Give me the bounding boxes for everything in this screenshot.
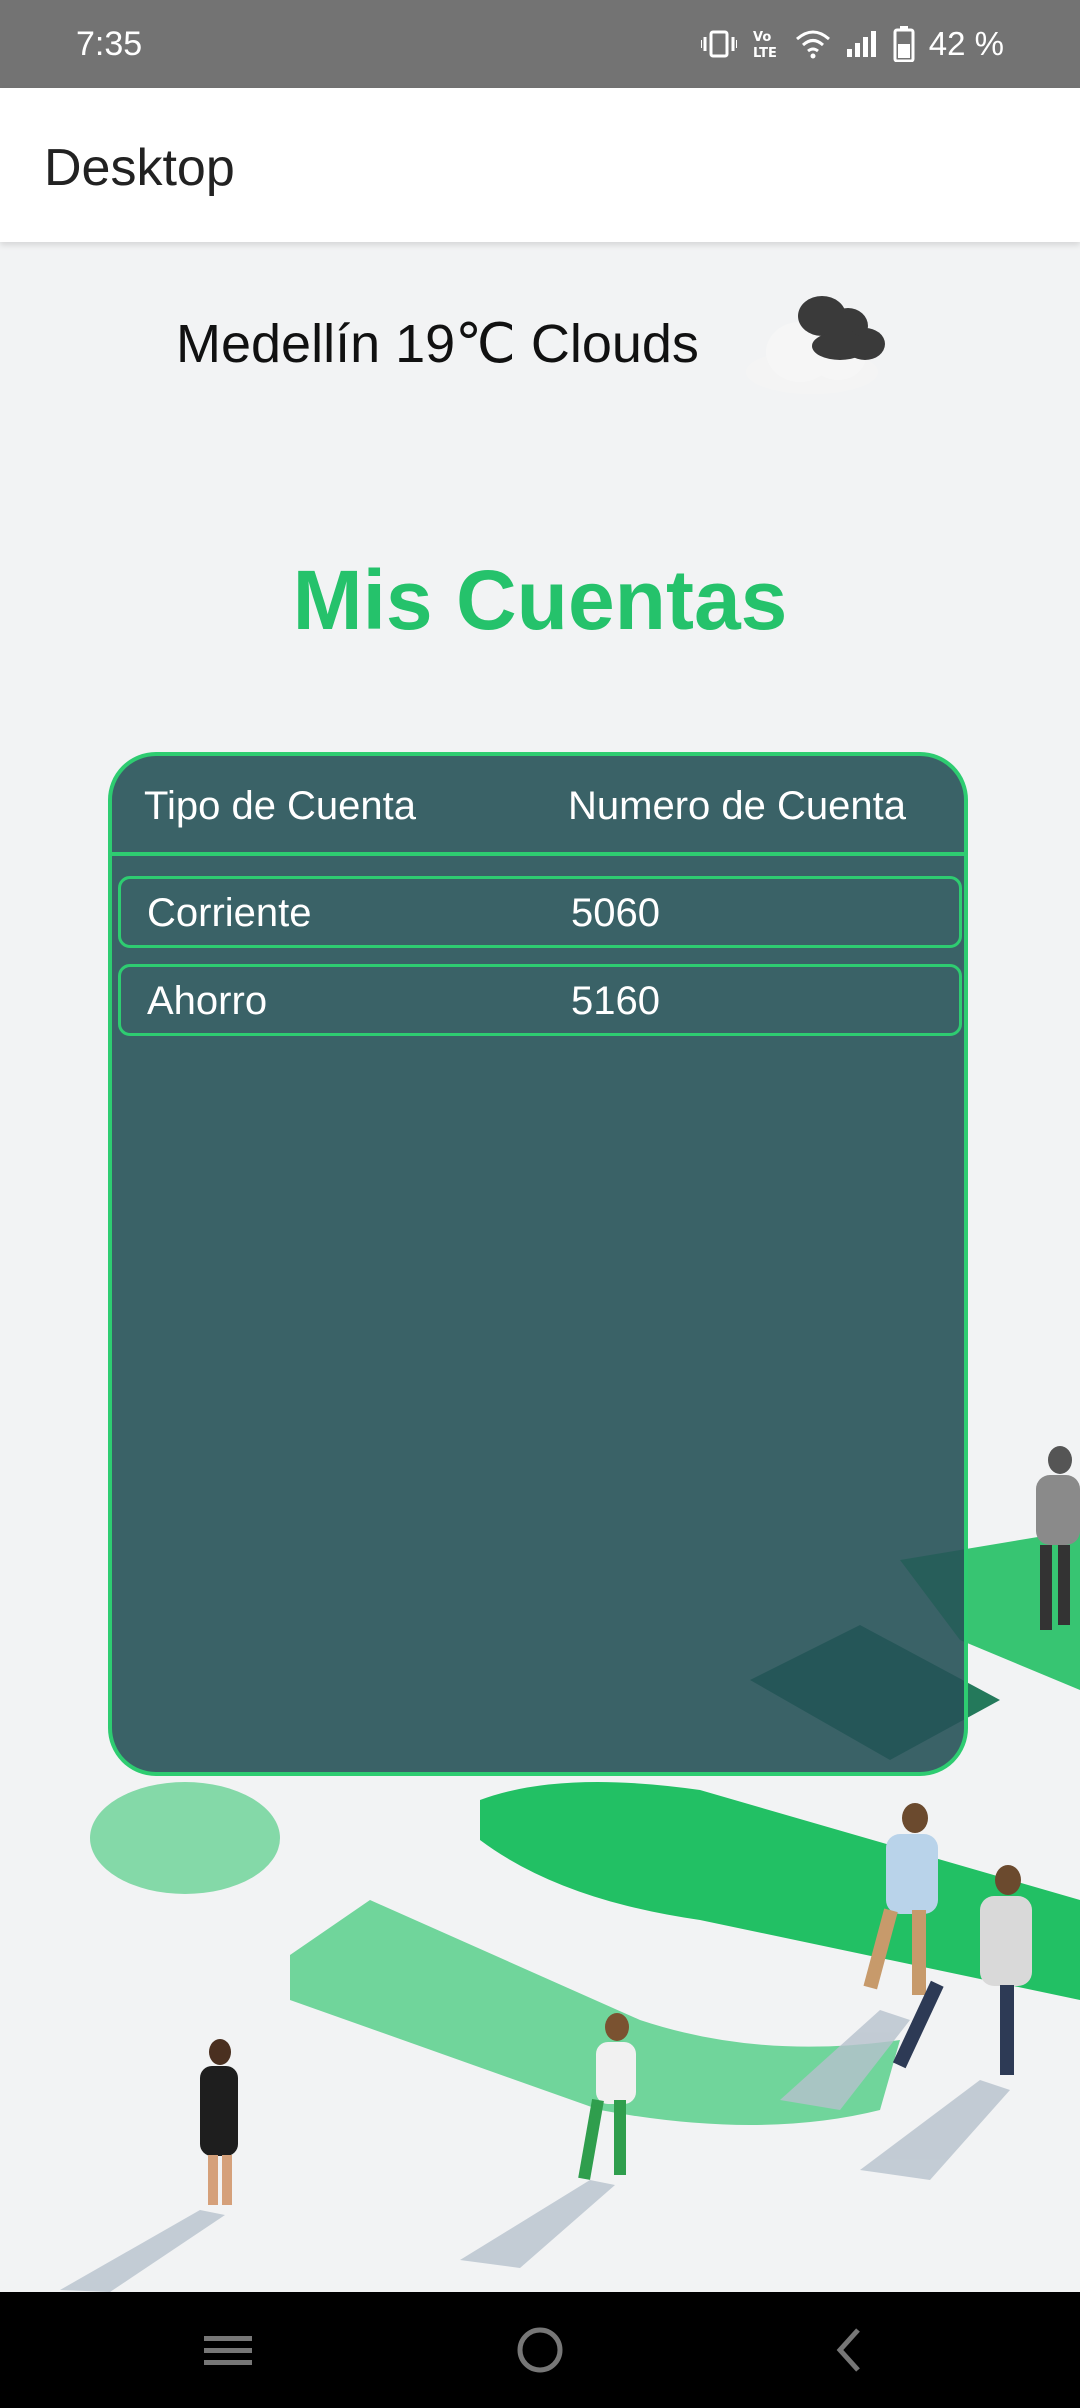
accounts-table: Tipo de Cuenta Numero de Cuenta Corrient… — [108, 752, 968, 1776]
column-header-numero: Numero de Cuenta — [568, 784, 906, 828]
back-icon[interactable] — [820, 2320, 880, 2380]
account-number: 5160 — [571, 979, 660, 1023]
volte-icon: Vo LTE — [751, 27, 781, 61]
battery-icon — [893, 26, 915, 62]
table-row[interactable]: Corriente 5060 — [118, 876, 962, 948]
app-bar: Desktop — [0, 88, 1080, 242]
page-heading: Mis Cuentas — [292, 553, 788, 647]
home-icon[interactable] — [510, 2320, 570, 2380]
menu-icon[interactable] — [198, 2320, 258, 2380]
column-header-tipo: Tipo de Cuenta — [144, 784, 417, 828]
status-bar: 7:35 Vo LTE 42 % — [0, 0, 1080, 88]
account-type: Ahorro — [147, 979, 268, 1023]
signal-icon — [845, 29, 879, 59]
vibrate-icon — [700, 28, 737, 60]
svg-text:Vo: Vo — [753, 30, 771, 45]
status-time: 7:35 — [76, 25, 143, 63]
svg-text:LTE: LTE — [753, 46, 777, 61]
clouds-icon — [746, 296, 885, 394]
page-title: Desktop — [44, 139, 235, 197]
table-header: Tipo de Cuenta Numero de Cuenta — [112, 756, 964, 856]
account-type: Corriente — [147, 891, 312, 935]
weather-text: Medellín 19℃ Clouds — [176, 314, 699, 374]
status-icons: Vo LTE 42 % — [700, 22, 1004, 66]
table-row[interactable]: Ahorro 5160 — [118, 964, 962, 1036]
wifi-icon — [795, 29, 831, 59]
battery-percent: 42 % — [928, 25, 1004, 62]
navigation-bar — [0, 2292, 1080, 2408]
account-number: 5060 — [571, 891, 660, 935]
